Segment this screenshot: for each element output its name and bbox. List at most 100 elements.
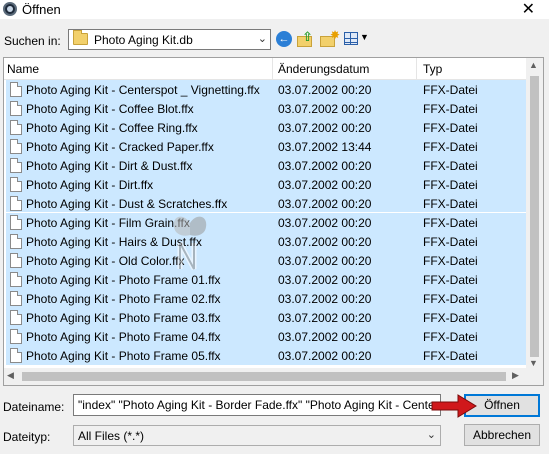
column-divider[interactable] <box>416 58 417 80</box>
file-row[interactable]: Photo Aging Kit - Photo Frame 01.ffx 03.0… <box>4 270 526 289</box>
file-icon <box>10 177 22 192</box>
file-icon <box>10 82 22 97</box>
scroll-thumb[interactable] <box>22 372 506 381</box>
file-row[interactable]: Photo Aging Kit - Old Color.ffx 03.07.200… <box>4 251 526 270</box>
column-type[interactable]: Typ <box>423 62 442 76</box>
file-row[interactable]: Photo Aging Kit - Dust & Scratches.ffx 03… <box>4 194 526 213</box>
file-date: 03.07.2002 00:20 <box>278 292 372 306</box>
back-arrow-icon[interactable]: ← <box>276 31 292 47</box>
file-row[interactable]: Photo Aging Kit - Photo Frame 04.ffx 03.0… <box>4 327 526 346</box>
view-menu-icon[interactable]: ▼ <box>344 31 370 47</box>
file-date: 03.07.2002 00:20 <box>278 330 372 344</box>
scroll-down-icon[interactable]: ▼ <box>529 358 538 368</box>
file-row[interactable]: Photo Aging Kit - Photo Frame 02.ffx 03.0… <box>4 289 526 308</box>
file-type: FFX-Datei <box>423 292 478 306</box>
file-name: Photo Aging Kit - Old Color.ffx <box>26 254 185 268</box>
app-icon <box>3 2 17 16</box>
file-name: Photo Aging Kit - Dirt & Dust.ffx <box>26 159 193 173</box>
file-type: FFX-Datei <box>423 349 478 363</box>
file-row[interactable]: Photo Aging Kit - Coffee Blot.ffx 03.07.2… <box>4 99 526 118</box>
scroll-up-icon[interactable]: ▲ <box>529 60 538 70</box>
cancel-button[interactable]: Abbrechen <box>464 424 540 446</box>
file-type: FFX-Datei <box>423 311 478 325</box>
file-icon <box>10 215 22 230</box>
file-list[interactable]: ^ Name Änderungsdatum Typ Photo Aging Ki… <box>3 57 544 386</box>
file-icon <box>10 348 22 363</box>
column-divider[interactable] <box>272 58 273 80</box>
folder-up-icon[interactable]: ⇧ <box>297 29 315 49</box>
file-row[interactable]: Photo Aging Kit - Photo Frame 03.ffx 03.0… <box>4 308 526 327</box>
file-date: 03.07.2002 00:20 <box>278 273 372 287</box>
file-row[interactable]: Photo Aging Kit - Film Grain.ffx 03.07.20… <box>4 213 526 232</box>
file-rows: Photo Aging Kit - Centerspot _ Vignettin… <box>4 80 526 365</box>
file-type: FFX-Datei <box>423 102 478 116</box>
filename-label: Dateiname: <box>3 400 65 414</box>
file-row[interactable]: Photo Aging Kit - Photo Frame 05.ffx 03.0… <box>4 346 526 365</box>
column-date[interactable]: Änderungsdatum <box>278 62 369 76</box>
file-date: 03.07.2002 00:20 <box>278 216 372 230</box>
scroll-left-icon[interactable]: ◀ <box>7 370 14 381</box>
column-header: ^ Name Änderungsdatum Typ <box>4 58 526 80</box>
file-icon <box>10 253 22 268</box>
file-type: FFX-Datei <box>423 140 478 154</box>
file-type: FFX-Datei <box>423 254 478 268</box>
vertical-scrollbar[interactable]: ▲ ▼ <box>526 58 543 368</box>
filetype-value: All Files (*.*) <box>78 429 145 443</box>
filetype-label: Dateityp: <box>3 430 51 444</box>
file-type: FFX-Datei <box>423 159 478 173</box>
lookin-value: Photo Aging Kit.db <box>94 33 193 47</box>
file-date: 03.07.2002 13:44 <box>278 140 372 154</box>
file-icon <box>10 196 22 211</box>
file-type: FFX-Datei <box>423 273 478 287</box>
file-name: Photo Aging Kit - Dirt.ffx <box>26 178 154 192</box>
lookin-dropdown[interactable]: Photo Aging Kit.db ⌄ <box>68 29 271 50</box>
file-icon <box>10 272 22 287</box>
scroll-thumb[interactable] <box>530 76 539 357</box>
file-name: Photo Aging Kit - Photo Frame 04.ffx <box>26 330 221 344</box>
filename-input[interactable]: "index" "Photo Aging Kit - Border Fade.f… <box>73 394 441 416</box>
file-icon <box>10 310 22 325</box>
file-type: FFX-Datei <box>423 197 478 211</box>
file-row[interactable]: Photo Aging Kit - Dirt.ffx 03.07.2002 00:… <box>4 175 526 194</box>
scroll-right-icon[interactable]: ▶ <box>512 370 519 381</box>
file-name: Photo Aging Kit - Photo Frame 02.ffx <box>26 292 221 306</box>
chevron-down-icon[interactable]: ⌄ <box>258 32 267 45</box>
file-name: Photo Aging Kit - Photo Frame 03.ffx <box>26 311 221 325</box>
column-name[interactable]: Name <box>7 62 39 76</box>
file-row[interactable]: Photo Aging Kit - Hairs & Dust.ffx 03.07.… <box>4 232 526 251</box>
file-name: Photo Aging Kit - Photo Frame 01.ffx <box>26 273 221 287</box>
title-bar: Öffnen ✕ <box>0 0 549 19</box>
horizontal-scrollbar[interactable]: ◀ ▶ <box>4 368 543 385</box>
file-type: FFX-Datei <box>423 216 478 230</box>
file-date: 03.07.2002 00:20 <box>278 159 372 173</box>
file-name: Photo Aging Kit - Dust & Scratches.ffx <box>26 197 228 211</box>
close-icon[interactable]: ✕ <box>522 0 535 19</box>
new-folder-icon[interactable]: ✸ <box>320 28 340 49</box>
file-date: 03.07.2002 00:20 <box>278 254 372 268</box>
file-icon <box>10 139 22 154</box>
lookin-label: Suchen in: <box>4 34 61 48</box>
chevron-down-icon[interactable]: ⌄ <box>427 428 436 441</box>
window-title: Öffnen <box>22 2 61 17</box>
file-date: 03.07.2002 00:20 <box>278 311 372 325</box>
file-name: Photo Aging Kit - Coffee Ring.ffx <box>26 121 198 135</box>
filetype-dropdown[interactable]: All Files (*.*) ⌄ <box>73 425 441 446</box>
file-type: FFX-Datei <box>423 83 478 97</box>
file-icon <box>10 291 22 306</box>
file-icon <box>10 158 22 173</box>
file-icon <box>10 120 22 135</box>
file-date: 03.07.2002 00:20 <box>278 121 372 135</box>
file-row[interactable]: Photo Aging Kit - Coffee Ring.ffx 03.07.2… <box>4 118 526 137</box>
file-row[interactable]: Photo Aging Kit - Centerspot _ Vignettin… <box>4 80 526 99</box>
file-date: 03.07.2002 00:20 <box>278 83 372 97</box>
file-date: 03.07.2002 00:20 <box>278 102 372 116</box>
butterfly-watermark-icon <box>173 216 207 271</box>
file-name: Photo Aging Kit - Film Grain.ffx <box>26 216 190 230</box>
file-date: 03.07.2002 00:20 <box>278 197 372 211</box>
file-row[interactable]: Photo Aging Kit - Cracked Paper.ffx 03.07… <box>4 137 526 156</box>
file-row[interactable]: Photo Aging Kit - Dirt & Dust.ffx 03.07.2… <box>4 156 526 175</box>
file-type: FFX-Datei <box>423 235 478 249</box>
file-date: 03.07.2002 00:20 <box>278 178 372 192</box>
file-type: FFX-Datei <box>423 178 478 192</box>
file-name: Photo Aging Kit - Cracked Paper.ffx <box>26 140 214 154</box>
